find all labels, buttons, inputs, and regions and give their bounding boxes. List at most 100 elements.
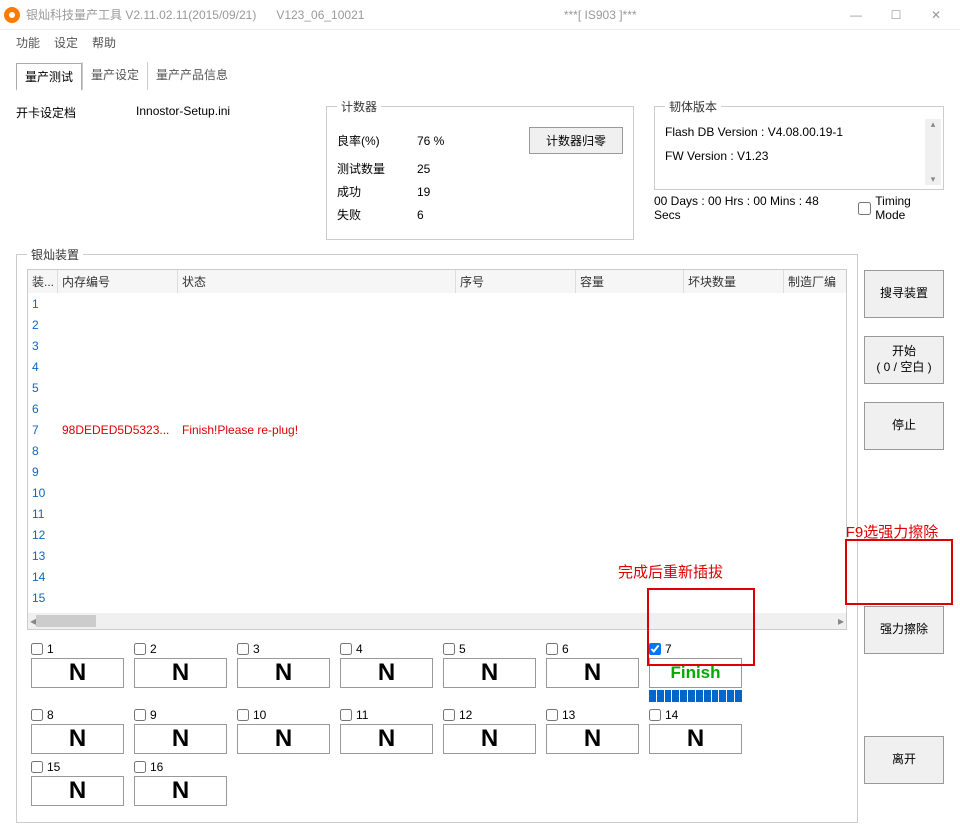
slot-16: 16N <box>130 760 233 806</box>
table-row[interactable]: 10 <box>28 482 846 503</box>
table-row[interactable]: 1 <box>28 293 846 314</box>
slot-check-16[interactable] <box>134 761 146 773</box>
menubar: 功能 设定 帮助 <box>0 30 960 54</box>
slot-check-13[interactable] <box>546 709 558 721</box>
table-row[interactable]: 14 <box>28 566 846 587</box>
slot-check-3[interactable] <box>237 643 249 655</box>
slot-check-15[interactable] <box>31 761 43 773</box>
file-name: Innostor-Setup.ini <box>136 104 230 121</box>
table-body[interactable]: 123456798DEDED5D5323...Finish!Please re-… <box>28 293 846 613</box>
slot-check-4[interactable] <box>340 643 352 655</box>
col-idx[interactable]: 装... <box>28 270 58 293</box>
table-row[interactable]: 8 <box>28 440 846 461</box>
counter-reset-button[interactable]: 计数器归零 <box>529 127 623 154</box>
table-row[interactable]: 15 <box>28 587 846 608</box>
slot-3: 3N <box>233 642 336 702</box>
slot-check-12[interactable] <box>443 709 455 721</box>
table-row[interactable]: 11 <box>28 503 846 524</box>
slot-check-11[interactable] <box>340 709 352 721</box>
counter-fail-label: 失败 <box>337 206 417 223</box>
search-device-button[interactable]: 搜寻装置 <box>864 270 944 318</box>
slot-num: 1 <box>47 642 54 656</box>
tab-settings[interactable]: 量产设定 <box>82 62 147 90</box>
row-num: 1 <box>28 297 58 311</box>
table-row[interactable]: 2 <box>28 314 846 335</box>
table-row[interactable]: 4 <box>28 356 846 377</box>
counter-rate-label: 良率(%) <box>337 132 417 149</box>
slot-check-8[interactable] <box>31 709 43 721</box>
counter-group: 计数器 良率(%) 76 % 计数器归零 测试数量 25 成功 19 失败 6 <box>326 98 634 240</box>
counter-tested-label: 测试数量 <box>337 160 417 177</box>
timing-mode-checkbox[interactable] <box>858 202 871 215</box>
slot-check-5[interactable] <box>443 643 455 655</box>
counter-pass-label: 成功 <box>337 183 417 200</box>
slot-12: 12N <box>439 708 542 754</box>
table-row[interactable]: 6 <box>28 398 846 419</box>
row-num: 14 <box>28 570 58 584</box>
timing-mode-check[interactable]: Timing Mode <box>858 194 944 222</box>
slot-num: 8 <box>47 708 54 722</box>
exit-button[interactable]: 离开 <box>864 736 944 784</box>
start-button[interactable]: 开始 ( 0 / 空白 ) <box>864 336 944 384</box>
col-mfg[interactable]: 制造厂编 <box>784 270 844 293</box>
slot-body-16: N <box>134 776 227 806</box>
tab-product[interactable]: 量产产品信息 <box>147 62 236 90</box>
slot-check-1[interactable] <box>31 643 43 655</box>
menu-func[interactable]: 功能 <box>16 34 40 51</box>
maximize-button[interactable]: ☐ <box>876 1 916 29</box>
col-status[interactable]: 状态 <box>178 270 456 293</box>
slot-body-7: Finish <box>649 658 742 688</box>
slot-num: 10 <box>253 708 266 722</box>
h-scrollbar[interactable]: ◂▸ <box>28 613 846 629</box>
counter-pass-value: 19 <box>417 185 477 199</box>
slot-13: 13N <box>542 708 645 754</box>
col-capacity[interactable]: 容量 <box>576 270 684 293</box>
table-row[interactable]: 12 <box>28 524 846 545</box>
row-num: 12 <box>28 528 58 542</box>
fw-flash-db: Flash DB Version : V4.08.00.19-1 <box>665 125 933 139</box>
slot-check-6[interactable] <box>546 643 558 655</box>
slot-check-9[interactable] <box>134 709 146 721</box>
devices-legend: 银灿装置 <box>27 246 83 263</box>
slot-grid: 1N2N3N4N5N6N7Finish8N9N10N11N12N13N14N15… <box>27 642 847 812</box>
slot-8: 8N <box>27 708 130 754</box>
slot-4: 4N <box>336 642 439 702</box>
slot-check-10[interactable] <box>237 709 249 721</box>
slot-body-6: N <box>546 658 639 688</box>
tabs: 量产测试 量产设定 量产产品信息 <box>0 54 960 90</box>
fw-scrollbar[interactable]: ▴▾ <box>925 119 941 185</box>
table-row[interactable]: 3 <box>28 335 846 356</box>
col-badblock[interactable]: 坏块数量 <box>684 270 784 293</box>
table-header: 装... 内存编号 状态 序号 容量 坏块数量 制造厂编 <box>28 270 846 293</box>
stop-button[interactable]: 停止 <box>864 402 944 450</box>
slot-num: 13 <box>562 708 575 722</box>
devices-group: 银灿装置 装... 内存编号 状态 序号 容量 坏块数量 制造厂编 123456… <box>16 246 858 823</box>
menu-set[interactable]: 设定 <box>54 34 78 51</box>
row-mem: 98DEDED5D5323... <box>58 423 178 437</box>
slot-check-14[interactable] <box>649 709 661 721</box>
fw-version: FW Version : V1.23 <box>665 149 933 163</box>
slot-num: 3 <box>253 642 260 656</box>
table-row[interactable]: 798DEDED5D5323...Finish!Please re-plug! <box>28 419 846 440</box>
row-num: 2 <box>28 318 58 332</box>
slot-num: 9 <box>150 708 157 722</box>
table-row[interactable]: 5 <box>28 377 846 398</box>
slot-num: 6 <box>562 642 569 656</box>
slot-check-2[interactable] <box>134 643 146 655</box>
timer-text: 00 Days : 00 Hrs : 00 Mins : 48 Secs <box>654 194 848 222</box>
table-row[interactable]: 9 <box>28 461 846 482</box>
menu-help[interactable]: 帮助 <box>92 34 116 51</box>
minimize-button[interactable]: — <box>836 1 876 29</box>
slot-num: 4 <box>356 642 363 656</box>
slot-check-7[interactable] <box>649 643 661 655</box>
force-erase-button[interactable]: 强力擦除 <box>864 606 944 654</box>
col-serial[interactable]: 序号 <box>456 270 576 293</box>
col-mem[interactable]: 内存编号 <box>58 270 178 293</box>
row-num: 7 <box>28 423 58 437</box>
close-button[interactable]: ✕ <box>916 1 956 29</box>
slot-11: 11N <box>336 708 439 754</box>
tab-test[interactable]: 量产测试 <box>16 63 82 91</box>
row-num: 4 <box>28 360 58 374</box>
titlebar[interactable]: 银灿科技量产工具 V2.11.02.11(2015/09/21) V123_06… <box>0 0 960 30</box>
table-row[interactable]: 13 <box>28 545 846 566</box>
